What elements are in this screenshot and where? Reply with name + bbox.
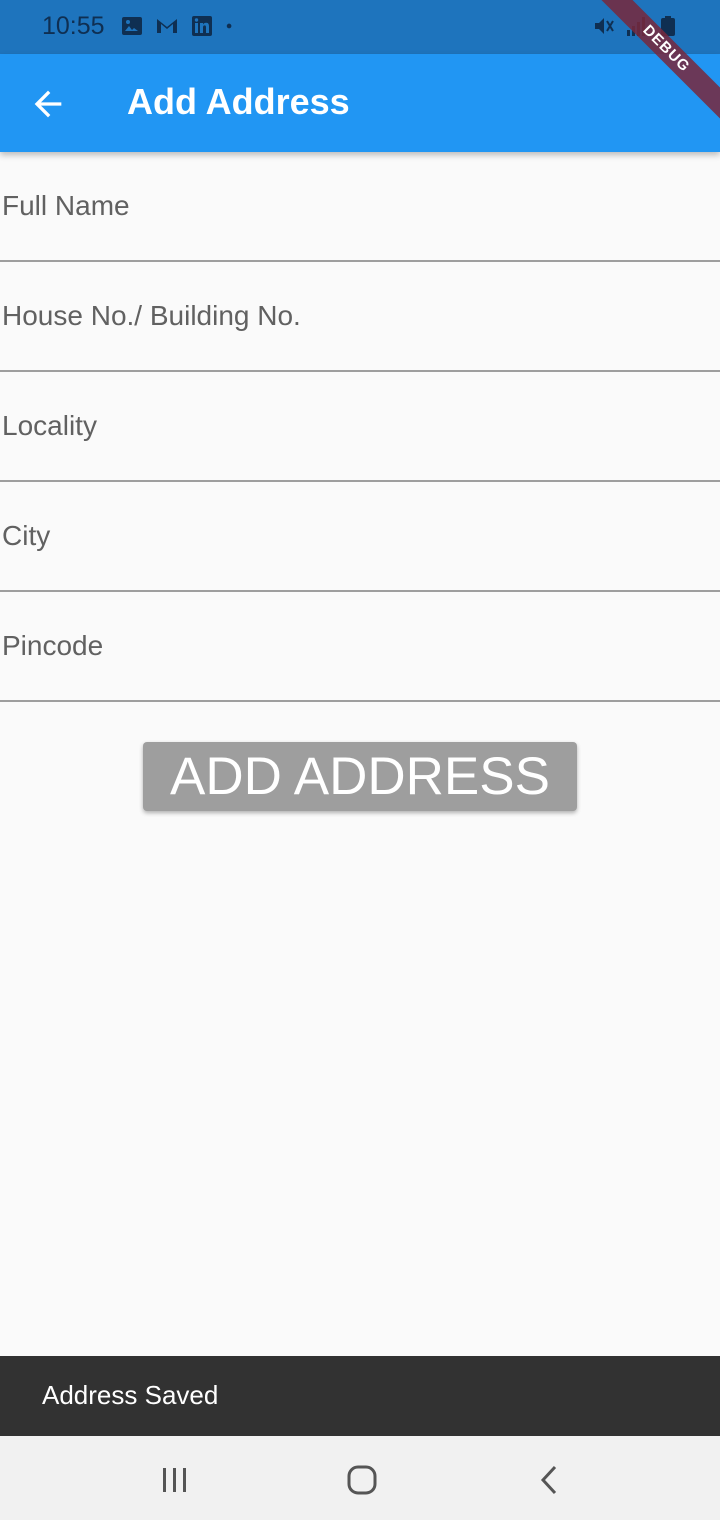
add-address-button[interactable]: ADD ADDRESS: [143, 742, 577, 811]
back-nav-icon[interactable]: [530, 1460, 570, 1500]
city-field-container: [0, 482, 720, 592]
system-nav-bar: [0, 1436, 720, 1520]
gmail-icon: [157, 19, 177, 33]
notification-dot-icon: [226, 23, 232, 29]
snackbar-message: Address Saved: [42, 1380, 219, 1410]
status-bar: 10:55: [0, 0, 720, 54]
house-number-field-container: [0, 262, 720, 372]
snackbar: Address Saved: [0, 1356, 720, 1436]
city-field[interactable]: [0, 482, 720, 590]
pincode-field-container: [0, 592, 720, 702]
house-number-field[interactable]: [0, 262, 720, 370]
page-title: Add Address: [127, 81, 350, 122]
home-icon[interactable]: [342, 1460, 382, 1500]
linkedin-icon: [192, 16, 212, 36]
status-time: 10:55: [42, 12, 105, 40]
recent-apps-icon[interactable]: [155, 1460, 195, 1500]
status-icons-right: [592, 14, 680, 38]
locality-field-container: [0, 372, 720, 482]
mute-icon: [595, 18, 614, 34]
battery-icon: [661, 16, 675, 36]
app-bar: Add Address: [0, 54, 720, 152]
signal-icon: [627, 17, 645, 36]
pincode-field[interactable]: [0, 592, 720, 700]
locality-field[interactable]: [0, 372, 720, 480]
full-name-field[interactable]: [0, 152, 720, 260]
address-form: [0, 152, 720, 702]
status-icons-left: [120, 14, 239, 38]
arrow-back-icon[interactable]: [28, 84, 68, 124]
full-name-field-container: [0, 152, 720, 262]
image-icon: [122, 17, 142, 35]
